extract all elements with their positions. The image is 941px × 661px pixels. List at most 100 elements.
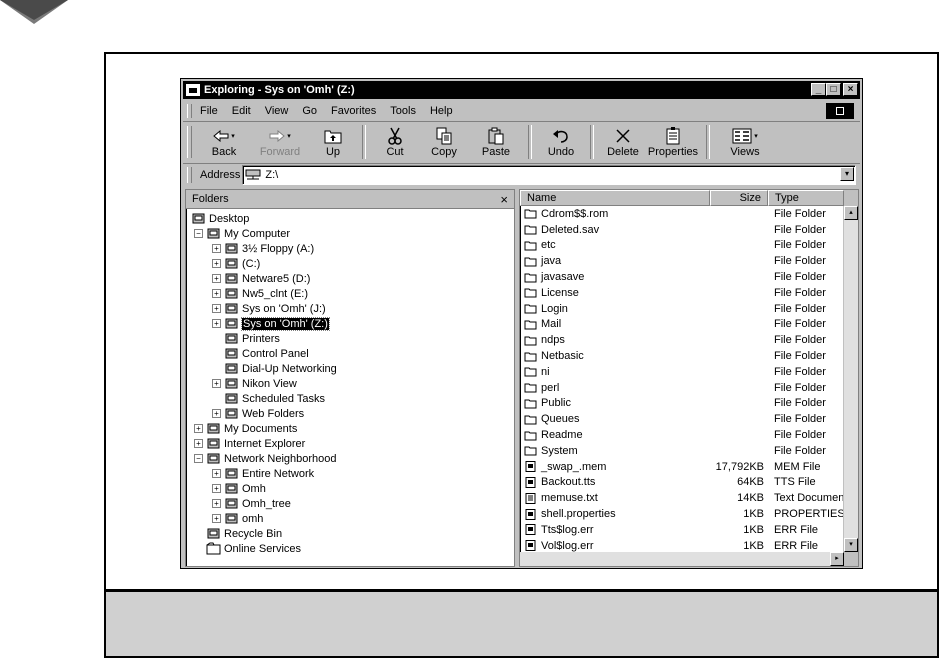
tree-expand-toggle[interactable]: +	[212, 379, 221, 388]
address-dropdown-icon[interactable]: ▾	[840, 167, 854, 181]
file-row[interactable]: Cdrom$$.rom File Folder	[520, 206, 858, 222]
tree-expand-toggle[interactable]: +	[194, 439, 203, 448]
tree-expand-toggle[interactable]: +	[212, 259, 221, 268]
address-grip[interactable]	[187, 167, 192, 183]
file-row[interactable]: _swap_.mem 17,792KB MEM File	[520, 459, 858, 475]
tree-expand-toggle[interactable]: +	[212, 469, 221, 478]
tree-node[interactable]: + Omh	[186, 481, 514, 496]
title-bar[interactable]: Exploring - Sys on 'Omh' (Z:) _ □ ×	[183, 81, 860, 99]
tree-expand-toggle[interactable]: +	[212, 244, 221, 253]
undo-button[interactable]: Undo	[538, 123, 584, 161]
file-row[interactable]: ni File Folder	[520, 364, 858, 380]
file-row[interactable]: Login File Folder	[520, 301, 858, 317]
name-column-header[interactable]: Name	[520, 190, 710, 206]
file-row[interactable]: memuse.txt 14KB Text Document	[520, 490, 858, 506]
type-column-header[interactable]: Type	[768, 190, 844, 206]
tree-node[interactable]: + omh	[186, 511, 514, 526]
tree-node[interactable]: + Omh_tree	[186, 496, 514, 511]
file-row[interactable]: Public File Folder	[520, 396, 858, 412]
file-row[interactable]: shell.properties 1KB PROPERTIES F	[520, 506, 858, 522]
back-dropdown-icon[interactable]: ▾	[231, 132, 235, 140]
file-row[interactable]: Backout.tts 64KB TTS File	[520, 475, 858, 491]
size-column-header[interactable]: Size	[710, 190, 768, 206]
folders-pane-close-icon[interactable]: ×	[500, 192, 508, 207]
tree-node[interactable]: + Nikon View	[186, 376, 514, 391]
properties-button[interactable]: Properties	[646, 123, 700, 161]
tree-node[interactable]: + My Documents	[186, 421, 514, 436]
file-row[interactable]: Netbasic File Folder	[520, 348, 858, 364]
menu-file[interactable]: File	[200, 105, 218, 117]
tree-expand-toggle[interactable]: −	[194, 454, 203, 463]
tree-expand-toggle[interactable]: +	[212, 514, 221, 523]
scroll-right-button[interactable]: ▸	[830, 552, 844, 566]
file-row[interactable]: System File Folder	[520, 443, 858, 459]
file-row[interactable]: ndps File Folder	[520, 332, 858, 348]
scroll-up-button[interactable]: ▴	[844, 206, 858, 220]
tree-node[interactable]: + (C:)	[186, 256, 514, 271]
tree-expand-toggle[interactable]: +	[212, 499, 221, 508]
copy-button[interactable]: Copy	[418, 123, 470, 161]
tree-node[interactable]: Recycle Bin	[186, 526, 514, 541]
explorer-window-icon[interactable]	[186, 84, 200, 96]
file-row[interactable]: javasave File Folder	[520, 269, 858, 285]
tree-node[interactable]: Control Panel	[186, 346, 514, 361]
delete-button[interactable]: Delete	[600, 123, 646, 161]
tree-expand-toggle[interactable]: +	[212, 289, 221, 298]
file-row[interactable]: Tts$log.err 1KB ERR File	[520, 522, 858, 538]
tree-expand-toggle[interactable]: +	[212, 409, 221, 418]
menu-edit[interactable]: Edit	[232, 105, 251, 117]
menu-tools[interactable]: Tools	[390, 105, 416, 117]
forward-dropdown-icon[interactable]: ▾	[287, 132, 291, 140]
toolbar-grip[interactable]	[187, 126, 192, 158]
maximize-button[interactable]: □	[826, 83, 841, 96]
tree-node[interactable]: +3½ Floppy (A:)	[186, 241, 514, 256]
horizontal-scrollbar[interactable]: ▸	[520, 552, 844, 566]
tree-expand-toggle[interactable]: +	[212, 304, 221, 313]
file-row[interactable]: License File Folder	[520, 285, 858, 301]
cut-button[interactable]: Cut	[372, 123, 418, 161]
paste-button[interactable]: Paste	[470, 123, 522, 161]
menu-go[interactable]: Go	[302, 105, 317, 117]
back-button[interactable]: ▾ Back	[198, 123, 250, 161]
tree-expand-toggle[interactable]: +	[212, 484, 221, 493]
tree-expand-toggle[interactable]: +	[212, 319, 221, 328]
tree-expand-toggle[interactable]: +	[194, 424, 203, 433]
tree-node[interactable]: + Web Folders	[186, 406, 514, 421]
tree-node[interactable]: Scheduled Tasks	[186, 391, 514, 406]
file-row[interactable]: Mail File Folder	[520, 317, 858, 333]
file-row[interactable]: perl File Folder	[520, 380, 858, 396]
tree-node[interactable]: + Netware5 (D:)	[186, 271, 514, 286]
views-button[interactable]: ▾ Views	[716, 123, 774, 161]
scroll-down-button[interactable]: ▾	[844, 538, 858, 552]
tree-expand-toggle[interactable]: −	[194, 229, 203, 238]
menu-favorites[interactable]: Favorites	[331, 105, 376, 117]
tree-node[interactable]: − Network Neighborhood	[186, 451, 514, 466]
tree-node[interactable]: + Entire Network	[186, 466, 514, 481]
file-row[interactable]: java File Folder	[520, 253, 858, 269]
tree-node[interactable]: − My Computer	[186, 226, 514, 241]
tree-node[interactable]: + Sys on 'Omh' (Z:)	[186, 316, 514, 331]
tree-node[interactable]: + Internet Explorer	[186, 436, 514, 451]
forward-button[interactable]: ▾ Forward	[250, 123, 310, 161]
file-row[interactable]: etc File Folder	[520, 238, 858, 254]
tree-node[interactable]: + Sys on 'Omh' (J:)	[186, 301, 514, 316]
up-button[interactable]: Up	[310, 123, 356, 161]
menu-help[interactable]: Help	[430, 105, 453, 117]
tree-node[interactable]: + Nw5_clnt (E:)	[186, 286, 514, 301]
file-row[interactable]: Readme File Folder	[520, 427, 858, 443]
tree-expand-toggle[interactable]: +	[212, 274, 221, 283]
tree-node[interactable]: Online Services	[186, 541, 514, 556]
minimize-button[interactable]: _	[811, 83, 826, 96]
views-dropdown-icon[interactable]: ▾	[754, 132, 758, 140]
tree-node[interactable]: Printers	[186, 331, 514, 346]
vertical-scrollbar[interactable]: ▴ ▾	[843, 206, 858, 552]
file-row[interactable]: Queues File Folder	[520, 411, 858, 427]
resize-grip-icon[interactable]	[844, 552, 858, 566]
tree-node[interactable]: Dial-Up Networking	[186, 361, 514, 376]
menu-grip[interactable]	[187, 104, 192, 118]
close-button[interactable]: ×	[843, 83, 858, 96]
address-input[interactable]: Z:\ ▾	[242, 165, 856, 185]
menu-view[interactable]: View	[265, 105, 289, 117]
tree-node[interactable]: Desktop	[186, 211, 514, 226]
file-row[interactable]: Deleted.sav File Folder	[520, 222, 858, 238]
